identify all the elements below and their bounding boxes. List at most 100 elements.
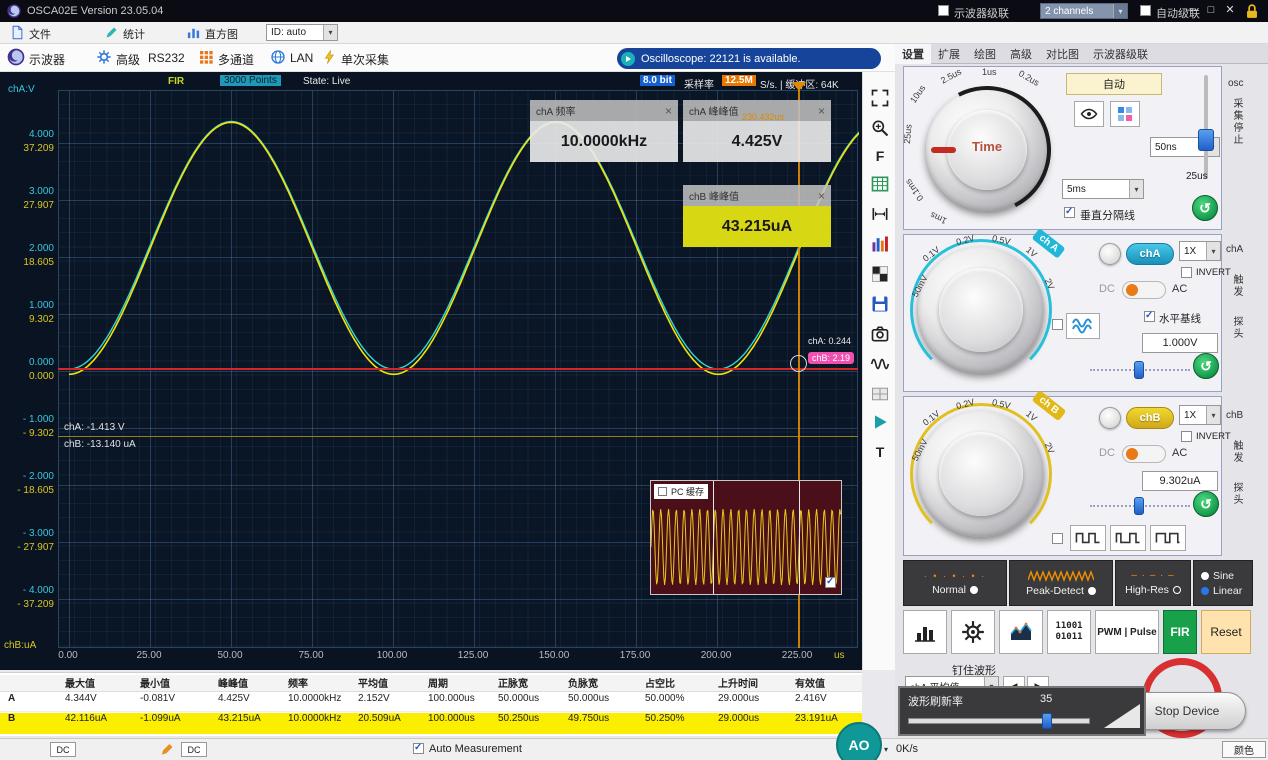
table-row-chA[interactable]: A 4.344V -0.081V 4.425V 10.0000kHz 2.152… <box>0 693 862 712</box>
buffer-view-marker[interactable] <box>799 481 800 594</box>
xy-mode-icon[interactable] <box>868 262 892 286</box>
cascade-checkbox[interactable] <box>938 5 949 16</box>
rail-chB[interactable]: chB <box>1226 410 1243 421</box>
mode-normal[interactable]: · • · • · • · Normal <box>903 560 1007 606</box>
grid-toggle-icon[interactable] <box>868 172 892 196</box>
toolbar-advanced[interactable]: 高级 <box>116 51 140 68</box>
screenshot-icon[interactable] <box>868 322 892 346</box>
maximize-button[interactable]: □ <box>1203 2 1219 18</box>
fullscreen-icon[interactable] <box>868 86 892 110</box>
tab-compare[interactable]: 对比图 <box>1039 44 1086 64</box>
tab-extend[interactable]: 扩展 <box>931 44 967 64</box>
tab-draw[interactable]: 绘图 <box>967 44 1003 64</box>
toolbar-multichannel[interactable]: 多通道 <box>218 51 254 68</box>
close-button[interactable]: ✕ <box>1222 2 1238 18</box>
chB-channel-pill[interactable]: chB <box>1126 407 1174 429</box>
settings-gear-button[interactable] <box>951 610 995 654</box>
id-select[interactable]: ID: auto <box>266 24 338 41</box>
refresh-rate-handle[interactable] <box>1042 713 1052 729</box>
chA-reset-button[interactable]: ↺ <box>1193 353 1219 379</box>
timebase-slider-handle[interactable] <box>1198 129 1214 151</box>
rail-stop-acquire[interactable]: 采集停止 <box>1229 98 1244 146</box>
chA-level-input[interactable]: 1.000V <box>1142 333 1218 353</box>
interpolation-selector[interactable]: Sine Linear <box>1193 560 1253 606</box>
chB-coupling-toggle[interactable] <box>1122 445 1166 463</box>
colors-button[interactable]: 颜色 <box>1222 741 1266 758</box>
auto-cascade-checkbox[interactable] <box>1140 5 1151 16</box>
time-knob[interactable]: Time <box>926 89 1048 211</box>
chA-baseline-checkbox[interactable] <box>1144 311 1155 322</box>
reset-button[interactable]: Reset <box>1201 610 1251 654</box>
auto-setup-button[interactable]: 自动 <box>1066 73 1162 95</box>
visibility-eye-button[interactable] <box>1074 101 1104 127</box>
chA-channel-pill[interactable]: chA <box>1126 243 1174 265</box>
chA-invert-checkbox[interactable] <box>1181 267 1192 278</box>
waveform-icon[interactable] <box>868 352 892 376</box>
auto-measurement-checkbox[interactable] <box>413 743 424 754</box>
rate-dropdown-icon[interactable]: ▾ <box>884 745 888 754</box>
tab-settings[interactable]: 设置 <box>895 44 931 64</box>
toolbar-single-capture[interactable]: 单次采集 <box>341 51 389 68</box>
toolbar-oscilloscope[interactable]: 示波器 <box>29 51 65 68</box>
logic-decode-button[interactable]: 11001 01011 <box>1047 610 1091 654</box>
chB-coupling-indicator[interactable]: DC <box>181 742 207 757</box>
spectrum-icon[interactable] <box>868 232 892 256</box>
square-wave-button-3[interactable] <box>1150 525 1186 551</box>
toolbar-lan[interactable]: LAN <box>290 51 313 65</box>
zoom-in-icon[interactable] <box>868 116 892 140</box>
mode-high-res[interactable]: – · – · – High-Res <box>1115 560 1191 606</box>
toolbar-rs232[interactable]: RS232 <box>148 51 185 65</box>
menu-histogram[interactable]: 直方图 <box>205 26 238 42</box>
chB-offset-handle[interactable] <box>1134 497 1144 515</box>
chB-invert-checkbox[interactable] <box>1181 431 1192 442</box>
timebase-select[interactable]: 5ms <box>1062 179 1144 199</box>
fir-button[interactable]: FIR <box>1163 610 1197 654</box>
menu-file[interactable]: 文件 <box>29 26 51 42</box>
zero-reference-line[interactable] <box>58 368 858 370</box>
minimize-button[interactable]: — <box>1184 2 1200 18</box>
chB-level-input[interactable]: 9.302uA <box>1142 471 1218 491</box>
buffer-view-marker[interactable] <box>713 481 714 594</box>
close-icon[interactable]: × <box>818 104 825 118</box>
rail-chA-probe[interactable]: 探头 <box>1229 316 1244 340</box>
rail-chB-probe[interactable]: 探头 <box>1229 482 1244 506</box>
ao-logo-badge[interactable]: AO <box>836 722 882 760</box>
buffer-enable-checkbox[interactable] <box>825 577 836 588</box>
histogram-tool-button[interactable] <box>903 610 947 654</box>
save-icon[interactable] <box>868 292 892 316</box>
time-reset-button[interactable]: ↺ <box>1192 195 1218 221</box>
level-cursor-line[interactable] <box>58 436 858 437</box>
pc-buffer-preview[interactable]: PC 缓存 <box>650 480 842 595</box>
lock-icon[interactable] <box>1243 3 1261 20</box>
channels-select[interactable]: 2 channels <box>1040 3 1128 19</box>
rail-chB-trigger[interactable]: 触发 <box>1229 440 1244 464</box>
display-mode-button[interactable] <box>1110 101 1140 127</box>
chB-enable-toggle[interactable] <box>1099 407 1121 429</box>
chA-coupling-indicator[interactable]: DC <box>50 742 76 757</box>
split-view-icon[interactable] <box>868 382 892 406</box>
play-icon[interactable] <box>868 410 892 434</box>
chA-probe-select[interactable]: 1X <box>1179 241 1221 261</box>
chB-probe-select[interactable]: 1X <box>1179 405 1221 425</box>
rail-chA[interactable]: chA <box>1226 244 1243 255</box>
square-wave-button-1[interactable] <box>1070 525 1106 551</box>
reference-wave-button[interactable] <box>999 610 1043 654</box>
pencil-icon[interactable] <box>160 741 175 757</box>
trigger-position-marker[interactable] <box>792 82 806 91</box>
chB-volts-knob[interactable] <box>918 411 1044 537</box>
pwm-pulse-button[interactable]: PWM | Pulse <box>1095 610 1159 654</box>
tab-advanced[interactable]: 高级 <box>1003 44 1039 64</box>
chA-filter-checkbox[interactable] <box>1052 319 1063 330</box>
fft-button[interactable]: F <box>868 144 892 168</box>
mode-peak-detect[interactable]: Peak-Detect <box>1009 560 1113 606</box>
rail-chA-trigger[interactable]: 触发 <box>1229 274 1244 298</box>
meas-box-chA-freq[interactable]: chA 频率× 10.0000kHz <box>530 100 678 162</box>
chB-reset-button[interactable]: ↺ <box>1193 491 1219 517</box>
meas-box-chB-vpp[interactable]: chB 峰峰值× 43.215uA <box>683 185 831 247</box>
table-row-chB[interactable]: B 42.116uA -1.099uA 43.215uA 10.0000kHz … <box>0 713 862 734</box>
rail-osc[interactable]: osc <box>1228 78 1244 89</box>
chB-pulse-checkbox[interactable] <box>1052 533 1063 544</box>
close-icon[interactable]: × <box>818 189 825 203</box>
chA-wave-style-button[interactable] <box>1066 313 1100 339</box>
trigger-button[interactable]: T <box>868 440 892 464</box>
